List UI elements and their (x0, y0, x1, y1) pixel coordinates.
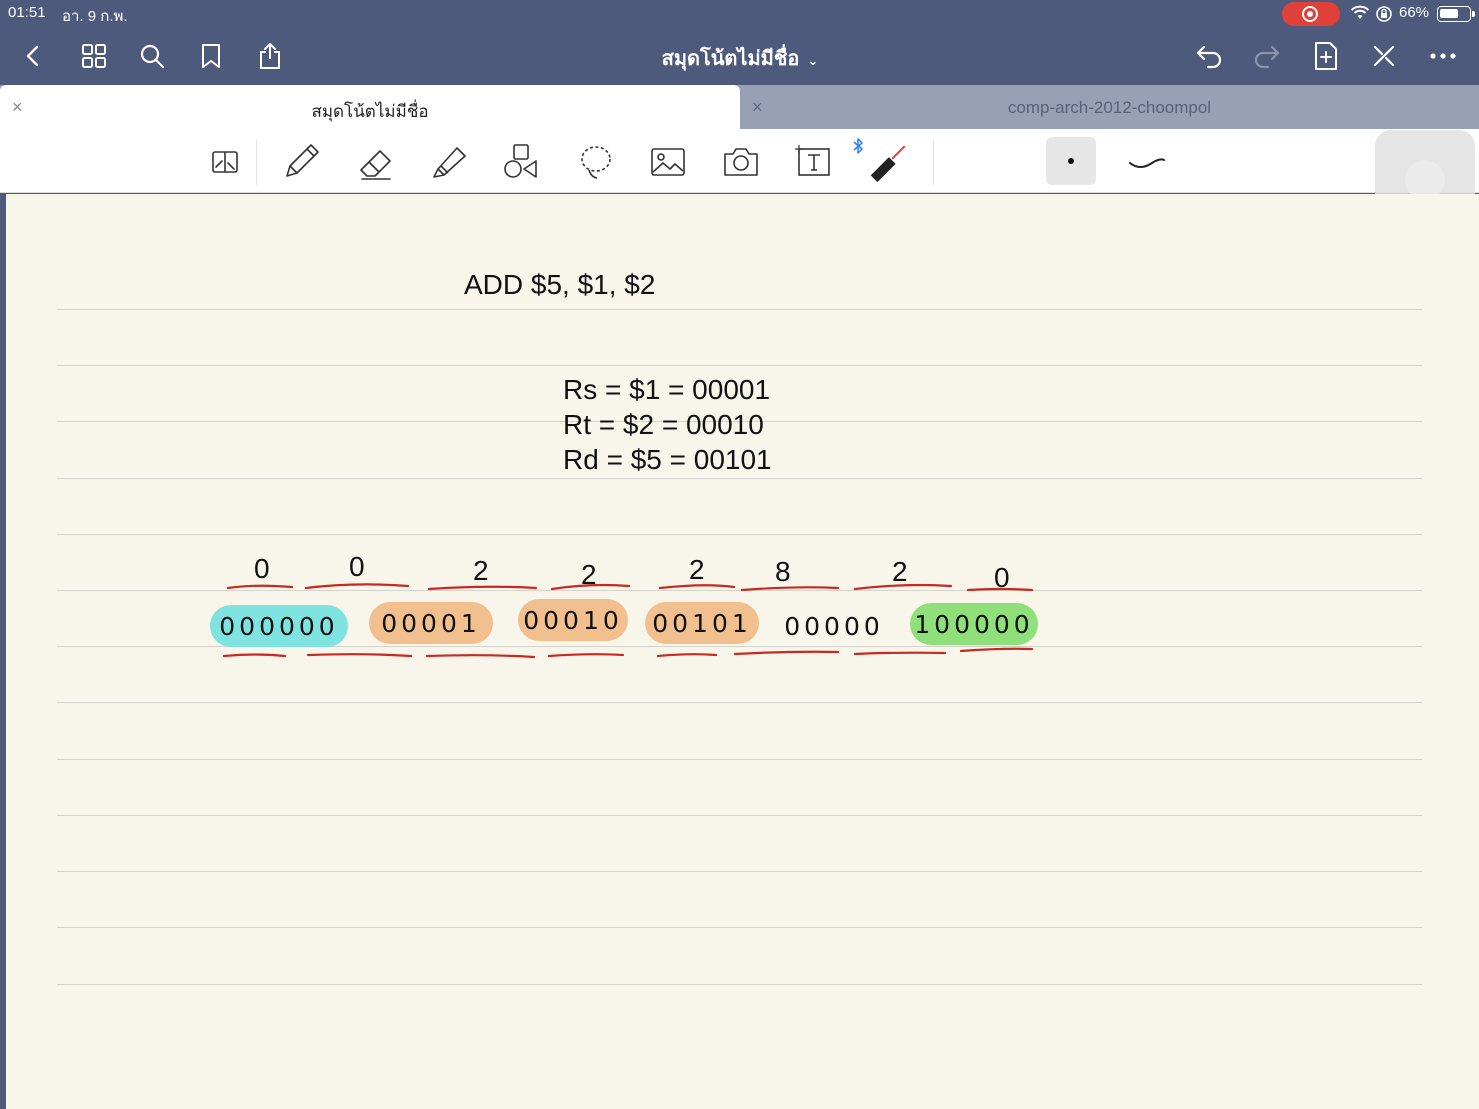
tab-bar: × สมุดโน้ตไม่มีชื่อ × comp-arch-2012-cho… (0, 85, 1479, 129)
tab-label: สมุดโน้ตไม่มีชื่อ (311, 102, 429, 121)
back-icon[interactable] (16, 38, 52, 74)
highlighter-icon[interactable] (428, 141, 470, 183)
search-icon[interactable] (134, 38, 170, 74)
share-icon[interactable] (252, 38, 288, 74)
chevron-down-icon: ⌄ (807, 53, 819, 68)
pen-size-selector[interactable] (1046, 137, 1096, 185)
eraser-icon[interactable] (355, 141, 397, 183)
status-bar: 01:51 อา. 9 ก.พ. 66% (0, 0, 1479, 28)
notebook-title[interactable]: สมุดโน้ตไม่มีชื่อ ⌄ (600, 42, 880, 74)
lasso-icon[interactable] (574, 141, 616, 183)
status-time: 01:51 (8, 4, 46, 21)
drawing-toolbar (0, 129, 1479, 193)
tab-label: comp-arch-2012-choompol (1007, 98, 1212, 117)
battery-icon (1437, 6, 1475, 22)
bookmark-icon[interactable] (193, 38, 229, 74)
laser-pointer-icon[interactable] (866, 141, 908, 183)
nav-bar: สมุดโน้ตไม่มีชื่อ ⌄ (0, 28, 1479, 85)
notes-app: 01:51 อา. 9 ก.พ. 66% สมุดโน้ตไม่มีชื่อ ⌄… (0, 0, 1479, 1109)
text-box-icon[interactable] (793, 141, 835, 183)
bluetooth-icon (853, 138, 863, 154)
status-date: อา. 9 ก.พ. (62, 8, 128, 25)
more-options-icon[interactable] (1425, 38, 1461, 74)
redo-icon[interactable] (1249, 38, 1285, 74)
ink-underlines (222, 583, 1034, 659)
pen-tools-toggle-icon[interactable] (1366, 38, 1402, 74)
battery-percentage: 66% (1399, 4, 1430, 21)
orientation-lock-icon (1376, 6, 1392, 22)
pen-icon[interactable] (280, 141, 322, 183)
grid-view-icon[interactable] (76, 38, 112, 74)
wifi-icon (1350, 5, 1370, 19)
page-layout-icon[interactable] (204, 141, 246, 183)
notebook-page[interactable]: ADD $5, $1, $2 Rs = $1 = 00001 Rt = $2 =… (6, 194, 1479, 1109)
shapes-icon[interactable] (500, 141, 542, 183)
tab-untitled-notebook[interactable]: × สมุดโน้ตไม่มีชื่อ (0, 85, 740, 129)
camera-icon[interactable] (720, 141, 762, 183)
screen-recording-indicator[interactable] (1282, 2, 1340, 26)
stroke-style-icon[interactable] (1124, 149, 1168, 173)
undo-icon[interactable] (1191, 38, 1227, 74)
notebook-title-text: สมุดโน้ตไม่มีชื่อ (661, 48, 800, 70)
image-icon[interactable] (647, 141, 689, 183)
tab-comp-arch[interactable]: × comp-arch-2012-choompol (740, 85, 1479, 129)
add-page-icon[interactable] (1308, 38, 1344, 74)
